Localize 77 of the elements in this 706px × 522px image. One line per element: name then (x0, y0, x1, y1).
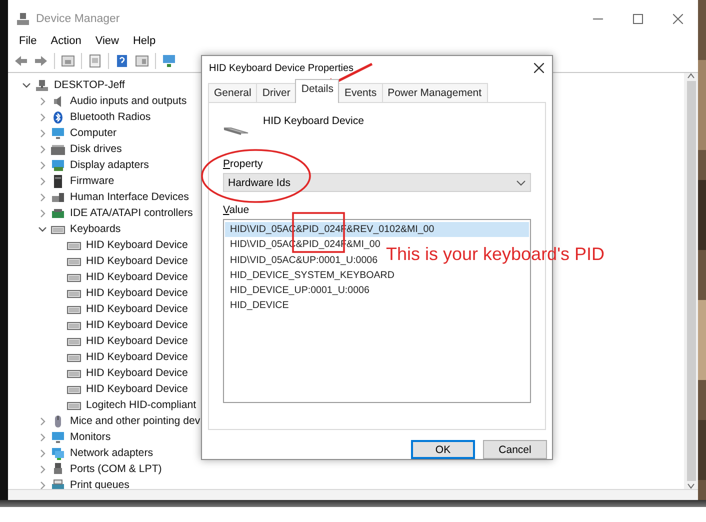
display-adapter-icon (51, 158, 65, 172)
chip-icon (51, 174, 65, 188)
annotation-text: This is your keyboard's PID (386, 244, 605, 265)
tree-item[interactable]: HID Keyboard Device (86, 287, 188, 299)
tab[interactable]: Events (338, 83, 383, 102)
dropdown-caret-icon[interactable] (516, 180, 526, 186)
tree-item[interactable]: Audio inputs and outputs (70, 95, 187, 107)
close-icon[interactable] (534, 63, 544, 73)
input-device-icon (51, 190, 65, 204)
scroll-down-icon[interactable] (687, 483, 695, 489)
tree-item[interactable]: HID Keyboard Device (86, 383, 188, 395)
controller-card-icon (51, 206, 65, 220)
scrollbar[interactable] (684, 73, 698, 489)
cancel-button[interactable]: Cancel (483, 440, 547, 459)
device-name: HID Keyboard Device (263, 115, 364, 129)
list-item[interactable]: HID_DEVICE (225, 298, 293, 314)
property-dropdown[interactable]: Hardware Ids (223, 173, 531, 192)
property-label: Property (223, 158, 264, 170)
printer-icon (51, 478, 65, 492)
tree-item[interactable]: IDE ATA/ATAPI controllers (70, 207, 193, 219)
tree-item[interactable]: Computer (70, 127, 117, 139)
window-title: Device Manager (36, 12, 120, 24)
list-item[interactable]: HID_DEVICE_SYSTEM_KEYBOARD (225, 268, 398, 284)
monitor-icon[interactable] (162, 54, 176, 68)
monitor-icon (51, 430, 65, 444)
app-icon (16, 12, 30, 26)
tab[interactable]: General (208, 83, 258, 102)
tree-item[interactable]: HID Keyboard Device (86, 303, 188, 315)
tree-item[interactable]: Monitors (70, 431, 111, 443)
tree-item[interactable]: DESKTOP-Jeff (54, 79, 125, 91)
tree-item[interactable]: Network adapters (70, 447, 154, 459)
tree-item[interactable]: Logitech HID-compliant (86, 399, 196, 411)
tree-item[interactable]: Bluetooth Radios (70, 111, 151, 123)
document-icon[interactable] (88, 54, 102, 68)
scroll-thumb[interactable] (686, 81, 696, 481)
tree-item[interactable]: Keyboards (70, 223, 121, 235)
forward-arrow-icon[interactable] (34, 54, 48, 68)
disk-drive-icon (51, 142, 65, 156)
tree-item[interactable]: HID Keyboard Device (86, 271, 188, 283)
tree-item[interactable]: HID Keyboard Device (86, 351, 188, 363)
tree-item[interactable]: Display adapters (70, 159, 149, 171)
menu-item[interactable]: File (12, 35, 44, 47)
tab[interactable]: Details (295, 79, 340, 103)
tree-item[interactable]: Mice and other pointing dev (70, 415, 200, 427)
minimize-icon[interactable] (593, 18, 603, 20)
value-label: Value (223, 204, 250, 216)
bluetooth-icon (51, 110, 65, 124)
list-item[interactable]: HID_DEVICE_UP:0001_U:0006 (225, 283, 374, 298)
maximize-icon[interactable] (633, 14, 643, 24)
tab[interactable]: Power Management (382, 83, 488, 102)
menu-item[interactable]: Action (44, 35, 88, 47)
panel-icon[interactable] (135, 54, 149, 68)
back-arrow-icon[interactable] (14, 54, 28, 68)
tree-item[interactable]: HID Keyboard Device (86, 239, 188, 251)
port-icon (51, 462, 65, 476)
ok-button[interactable]: OK (411, 440, 475, 459)
close-icon[interactable] (673, 14, 683, 24)
tab[interactable]: Driver (256, 83, 296, 102)
tree-item[interactable]: Print queues (70, 479, 130, 491)
list-item[interactable]: HID\VID_05AC&UP:0001_U:0006 (225, 252, 382, 268)
tree-item[interactable]: HID Keyboard Device (86, 319, 188, 331)
tree-item[interactable]: HID Keyboard Device (86, 255, 188, 267)
tree-item[interactable]: Ports (COM & LPT) (70, 463, 162, 475)
tree-item[interactable]: Human Interface Devices (70, 191, 189, 203)
tree-item[interactable]: HID Keyboard Device (86, 335, 188, 347)
monitor-icon (51, 126, 65, 140)
menu-item[interactable]: Help (126, 35, 163, 47)
tree-item[interactable]: Firmware (70, 175, 114, 187)
help-icon[interactable] (115, 54, 129, 68)
dialog-title: HID Keyboard Device Properties (209, 62, 354, 74)
scroll-up-icon[interactable] (687, 73, 695, 79)
tree-item[interactable]: Disk drives (70, 143, 122, 155)
properties-icon[interactable] (61, 54, 75, 68)
network-adapter-icon (51, 446, 65, 460)
menu-item[interactable]: View (88, 35, 126, 47)
network-computer-icon (35, 78, 49, 92)
tree-item[interactable]: HID Keyboard Device (86, 367, 188, 379)
